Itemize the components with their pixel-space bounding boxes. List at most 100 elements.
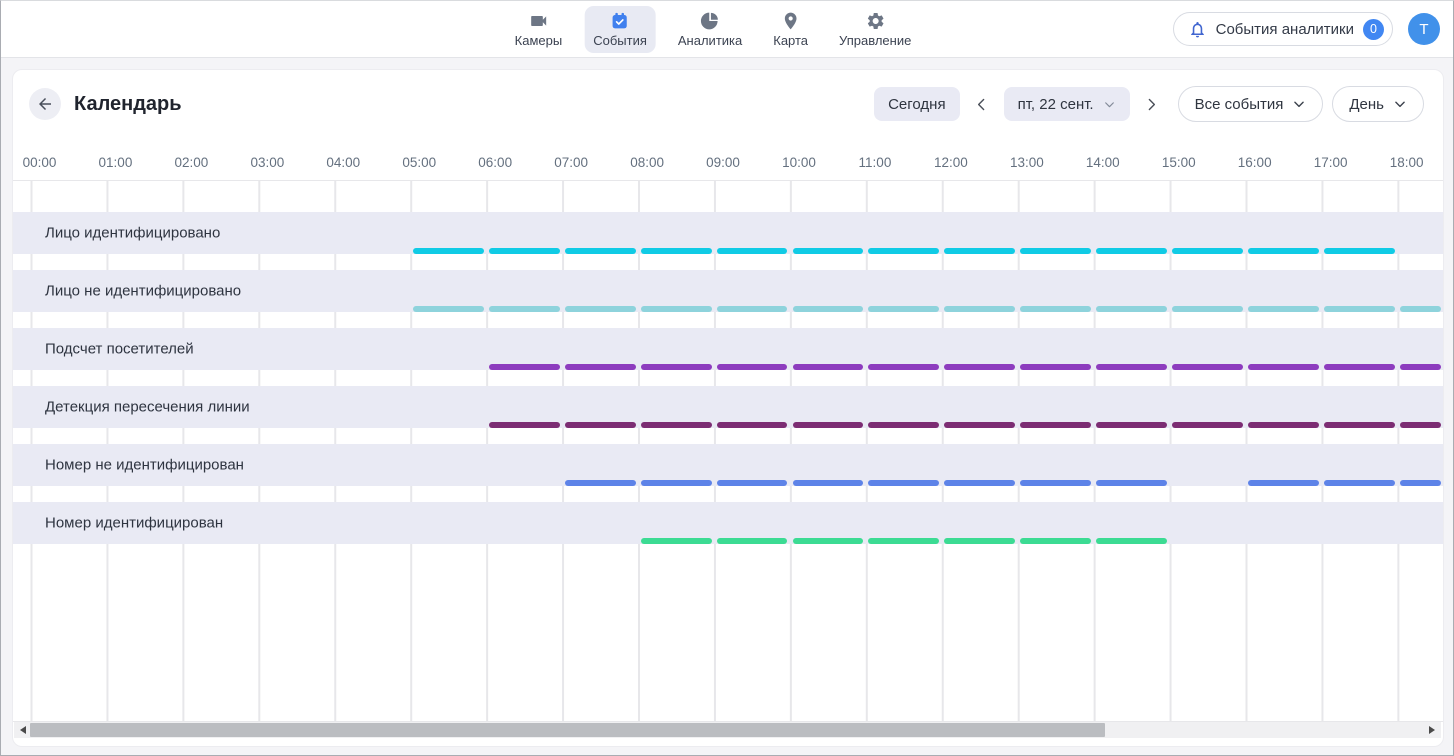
event-segment[interactable] — [944, 306, 1015, 312]
event-segment[interactable] — [413, 306, 484, 312]
event-segment[interactable] — [1020, 248, 1091, 254]
analytics-events-button[interactable]: События аналитики 0 — [1173, 12, 1393, 46]
event-segment[interactable] — [641, 248, 712, 254]
event-segment[interactable] — [413, 248, 484, 254]
scroll-left-arrow[interactable] — [16, 722, 30, 738]
notification-count-badge: 0 — [1363, 19, 1384, 40]
event-segment[interactable] — [717, 422, 788, 428]
event-segment[interactable] — [1172, 248, 1243, 254]
horizontal-scrollbar[interactable] — [14, 722, 1441, 738]
event-segment[interactable] — [1020, 306, 1091, 312]
event-segment[interactable] — [1096, 422, 1167, 428]
event-segment[interactable] — [1020, 480, 1091, 486]
event-segment[interactable] — [793, 306, 864, 312]
scrollbar-thumb[interactable] — [30, 723, 1105, 737]
event-segment[interactable] — [793, 538, 864, 544]
nav-item-map[interactable]: Карта — [764, 6, 817, 53]
event-segment[interactable] — [944, 480, 1015, 486]
event-segment[interactable] — [1248, 248, 1319, 254]
event-segment[interactable] — [1096, 364, 1167, 370]
event-segment[interactable] — [489, 248, 560, 254]
hour-label: 17:00 — [1314, 155, 1348, 170]
event-segment[interactable] — [641, 480, 712, 486]
nav-item-events[interactable]: События — [584, 6, 656, 53]
event-segment[interactable] — [1324, 480, 1395, 486]
events-filter-dropdown[interactable]: Все события — [1178, 86, 1324, 122]
event-segment[interactable] — [717, 364, 788, 370]
event-segment[interactable] — [1172, 364, 1243, 370]
event-segment[interactable] — [1324, 422, 1395, 428]
event-segment[interactable] — [565, 480, 636, 486]
event-segment[interactable] — [1096, 306, 1167, 312]
event-segment[interactable] — [1020, 364, 1091, 370]
nav-item-cameras[interactable]: Камеры — [506, 6, 572, 53]
event-segment[interactable] — [1400, 306, 1441, 312]
event-segment[interactable] — [1172, 422, 1243, 428]
event-segment[interactable] — [565, 422, 636, 428]
event-segment[interactable] — [793, 248, 864, 254]
event-segment[interactable] — [717, 480, 788, 486]
event-segment[interactable] — [1248, 306, 1319, 312]
date-picker[interactable]: пт, 22 сент. — [1004, 87, 1130, 121]
calendar-icon — [610, 11, 630, 31]
event-segment[interactable] — [1400, 480, 1441, 486]
nav-label-analytics: Аналитика — [678, 33, 742, 48]
event-segment[interactable] — [868, 538, 939, 544]
event-segment[interactable] — [641, 422, 712, 428]
event-segment[interactable] — [793, 480, 864, 486]
event-segment[interactable] — [793, 422, 864, 428]
event-segment[interactable] — [793, 364, 864, 370]
event-segment[interactable] — [868, 364, 939, 370]
event-segment[interactable] — [641, 538, 712, 544]
back-button[interactable] — [29, 88, 61, 120]
grid-strip — [13, 486, 1443, 502]
calendar-card: Календарь Сегодня пт, 22 сент. — [12, 69, 1444, 747]
prev-day-button[interactable] — [969, 90, 995, 118]
event-segment[interactable] — [489, 306, 560, 312]
event-segment[interactable] — [717, 248, 788, 254]
event-segment[interactable] — [1096, 538, 1167, 544]
event-segment[interactable] — [1324, 306, 1395, 312]
next-day-button[interactable] — [1139, 90, 1165, 118]
event-segment[interactable] — [944, 364, 1015, 370]
event-segment[interactable] — [1324, 248, 1395, 254]
event-segment[interactable] — [1096, 248, 1167, 254]
nav-item-analytics[interactable]: Аналитика — [669, 6, 751, 53]
event-segment[interactable] — [1020, 538, 1091, 544]
event-segment[interactable] — [1020, 422, 1091, 428]
event-segment[interactable] — [565, 248, 636, 254]
scroll-right-arrow[interactable] — [1425, 722, 1439, 738]
event-segment[interactable] — [1400, 422, 1441, 428]
event-segment[interactable] — [565, 306, 636, 312]
period-dropdown[interactable]: День — [1332, 86, 1424, 122]
event-segment[interactable] — [641, 306, 712, 312]
event-segment[interactable] — [1248, 364, 1319, 370]
event-segment[interactable] — [1096, 480, 1167, 486]
event-segment[interactable] — [717, 538, 788, 544]
event-segment[interactable] — [868, 306, 939, 312]
user-avatar[interactable]: T — [1408, 13, 1440, 45]
event-segment[interactable] — [717, 306, 788, 312]
grid-strip — [13, 544, 1443, 560]
nav-item-management[interactable]: Управление — [830, 6, 920, 53]
event-segment[interactable] — [868, 480, 939, 486]
event-segment[interactable] — [565, 364, 636, 370]
event-segment[interactable] — [944, 538, 1015, 544]
event-segment[interactable] — [641, 364, 712, 370]
event-segment[interactable] — [944, 248, 1015, 254]
event-segment[interactable] — [1324, 364, 1395, 370]
event-segment[interactable] — [868, 248, 939, 254]
event-segment[interactable] — [489, 364, 560, 370]
hour-label: 10:00 — [782, 155, 816, 170]
event-segment[interactable] — [489, 422, 560, 428]
event-segment[interactable] — [868, 422, 939, 428]
chevron-down-icon — [1292, 97, 1306, 111]
today-button[interactable]: Сегодня — [874, 87, 960, 121]
map-pin-icon — [781, 11, 801, 31]
event-segment[interactable] — [1400, 364, 1441, 370]
event-segment[interactable] — [944, 422, 1015, 428]
event-segment[interactable] — [1172, 306, 1243, 312]
event-segment[interactable] — [1248, 422, 1319, 428]
hour-label: 18:00 — [1390, 155, 1424, 170]
event-segment[interactable] — [1248, 480, 1319, 486]
